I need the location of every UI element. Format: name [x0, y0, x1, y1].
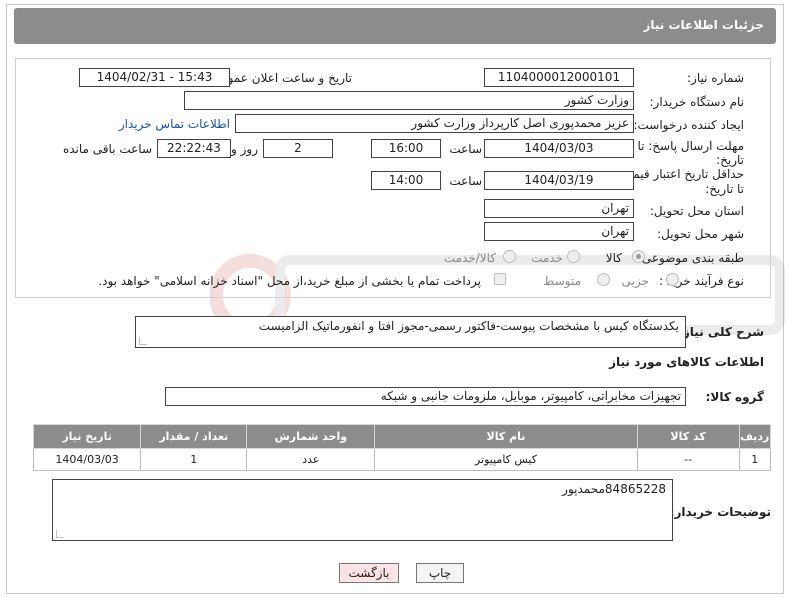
process-radio-medium[interactable] [597, 273, 610, 286]
price-validity-label-2: تا تاریخ: [705, 182, 744, 196]
requester-field: عزیز محمدپوری اصل کارپرداز وزارت کشور [235, 114, 634, 133]
validity-time-label: ساعت [449, 174, 482, 188]
remaining-time-field: 22:22:43 [157, 139, 231, 158]
requester-label: ایجاد کننده درخواست: [633, 118, 744, 132]
days-field: 2 [263, 139, 333, 158]
goods-section-title: اطلاعات کالاهای مورد نیاز [609, 355, 764, 369]
reply-time-field: 16:00 [371, 139, 441, 158]
buyer-org-label: نام دستگاه خریدار: [649, 95, 745, 109]
validity-time-field: 14:00 [371, 171, 441, 190]
buyer-notes-label: توضیحات خریدار: [669, 505, 771, 519]
col-quantity: تعداد / مقدار [140, 424, 248, 449]
price-validity-label: حداقل تاریخ اعتبار قیمت: [617, 167, 744, 181]
province-label: استان محل تحویل: [649, 204, 744, 218]
buyer-notes-textarea: 84865228محمدپور [52, 479, 673, 541]
cell-need-date: 1404/03/03 [32, 448, 142, 471]
reply-deadline-label-2: تاریخ: [716, 153, 744, 167]
col-goods-name: نام کالا [374, 424, 638, 449]
category-radio-service[interactable] [567, 250, 580, 263]
buyer-contact-link[interactable]: اطلاعات تماس خریدار [119, 117, 230, 131]
col-row-number: ردیف [738, 424, 772, 449]
table-row: 1 -- کیس کامپیوتر عدد 1 1404/03/03 [32, 448, 772, 471]
col-goods-code: کد کالا [636, 424, 740, 449]
description-text: یکدستگاه کیس با مشخصات پیوست-فاکتور رسمی… [258, 319, 679, 333]
cell-goods-code: -- [636, 448, 740, 471]
print-button[interactable]: چاپ [416, 563, 464, 583]
cell-unit: عدد [246, 448, 376, 471]
remaining-label: ساعت باقی مانده [62, 142, 152, 156]
category-label: طبقه بندی موضوعی: [637, 251, 744, 265]
category-option-service: خدمت [531, 251, 563, 265]
payment-note: پرداخت تمام یا بخشی از مبلغ خرید،از محل … [98, 274, 481, 288]
treasury-checkbox[interactable] [494, 273, 506, 285]
announce-date-field: 1404/02/31 - 15:43 [79, 68, 230, 87]
province-field: تهران [484, 199, 634, 218]
goods-group-label: گروه کالا: [705, 390, 764, 404]
reply-date-field: 1404/03/03 [484, 139, 634, 158]
city-label: شهر محل تحویل: [657, 227, 744, 241]
description-textarea: یکدستگاه کیس با مشخصات پیوست-فاکتور رسمی… [135, 316, 686, 348]
resize-handle-icon[interactable] [56, 530, 64, 538]
cell-row-number: 1 [738, 448, 772, 471]
need-number-label: شماره نیاز: [687, 71, 744, 85]
goods-table: ردیف کد کالا نام کالا واحد شمارش تعداد /… [32, 424, 772, 471]
category-radio-goods[interactable] [632, 250, 645, 263]
cell-goods-name: کیس کامپیوتر [374, 448, 638, 471]
days-label: روز و [231, 142, 258, 156]
buyer-org-field: وزارت کشور [184, 91, 634, 110]
category-option-goods: کالا [605, 251, 622, 265]
col-need-date: تاریخ نیاز [32, 424, 142, 449]
page-title: جزئیات اطلاعات نیاز [643, 18, 764, 32]
cell-quantity: 1 [140, 448, 248, 471]
goods-group-field: تجهیزات مخابراتی، کامپیوتر، موبایل، ملزو… [165, 387, 686, 406]
buyer-notes-text: 84865228محمدپور [562, 482, 666, 496]
process-option-medium: متوسط [543, 274, 581, 288]
city-field: تهران [484, 222, 634, 241]
validity-date-field: 1404/03/19 [484, 171, 634, 190]
process-radio-minor[interactable] [666, 273, 679, 286]
back-button[interactable]: بازگشت [339, 563, 399, 583]
description-label: شرح کلی نیاز: [678, 325, 764, 339]
goods-table-header: ردیف کد کالا نام کالا واحد شمارش تعداد /… [32, 424, 772, 449]
header-bar: جزئیات اطلاعات نیاز [14, 8, 776, 44]
col-unit: واحد شمارش [246, 424, 376, 449]
reply-time-label: ساعت [449, 142, 482, 156]
process-option-minor: جزیی [621, 274, 649, 288]
category-radio-both[interactable] [503, 250, 516, 263]
need-number-field: 1104000012000101 [484, 68, 634, 87]
category-option-both: کالا/خدمت [443, 251, 496, 265]
reply-deadline-label: مهلت ارسال پاسخ: تا [637, 139, 744, 153]
resize-handle-icon[interactable] [139, 337, 147, 345]
